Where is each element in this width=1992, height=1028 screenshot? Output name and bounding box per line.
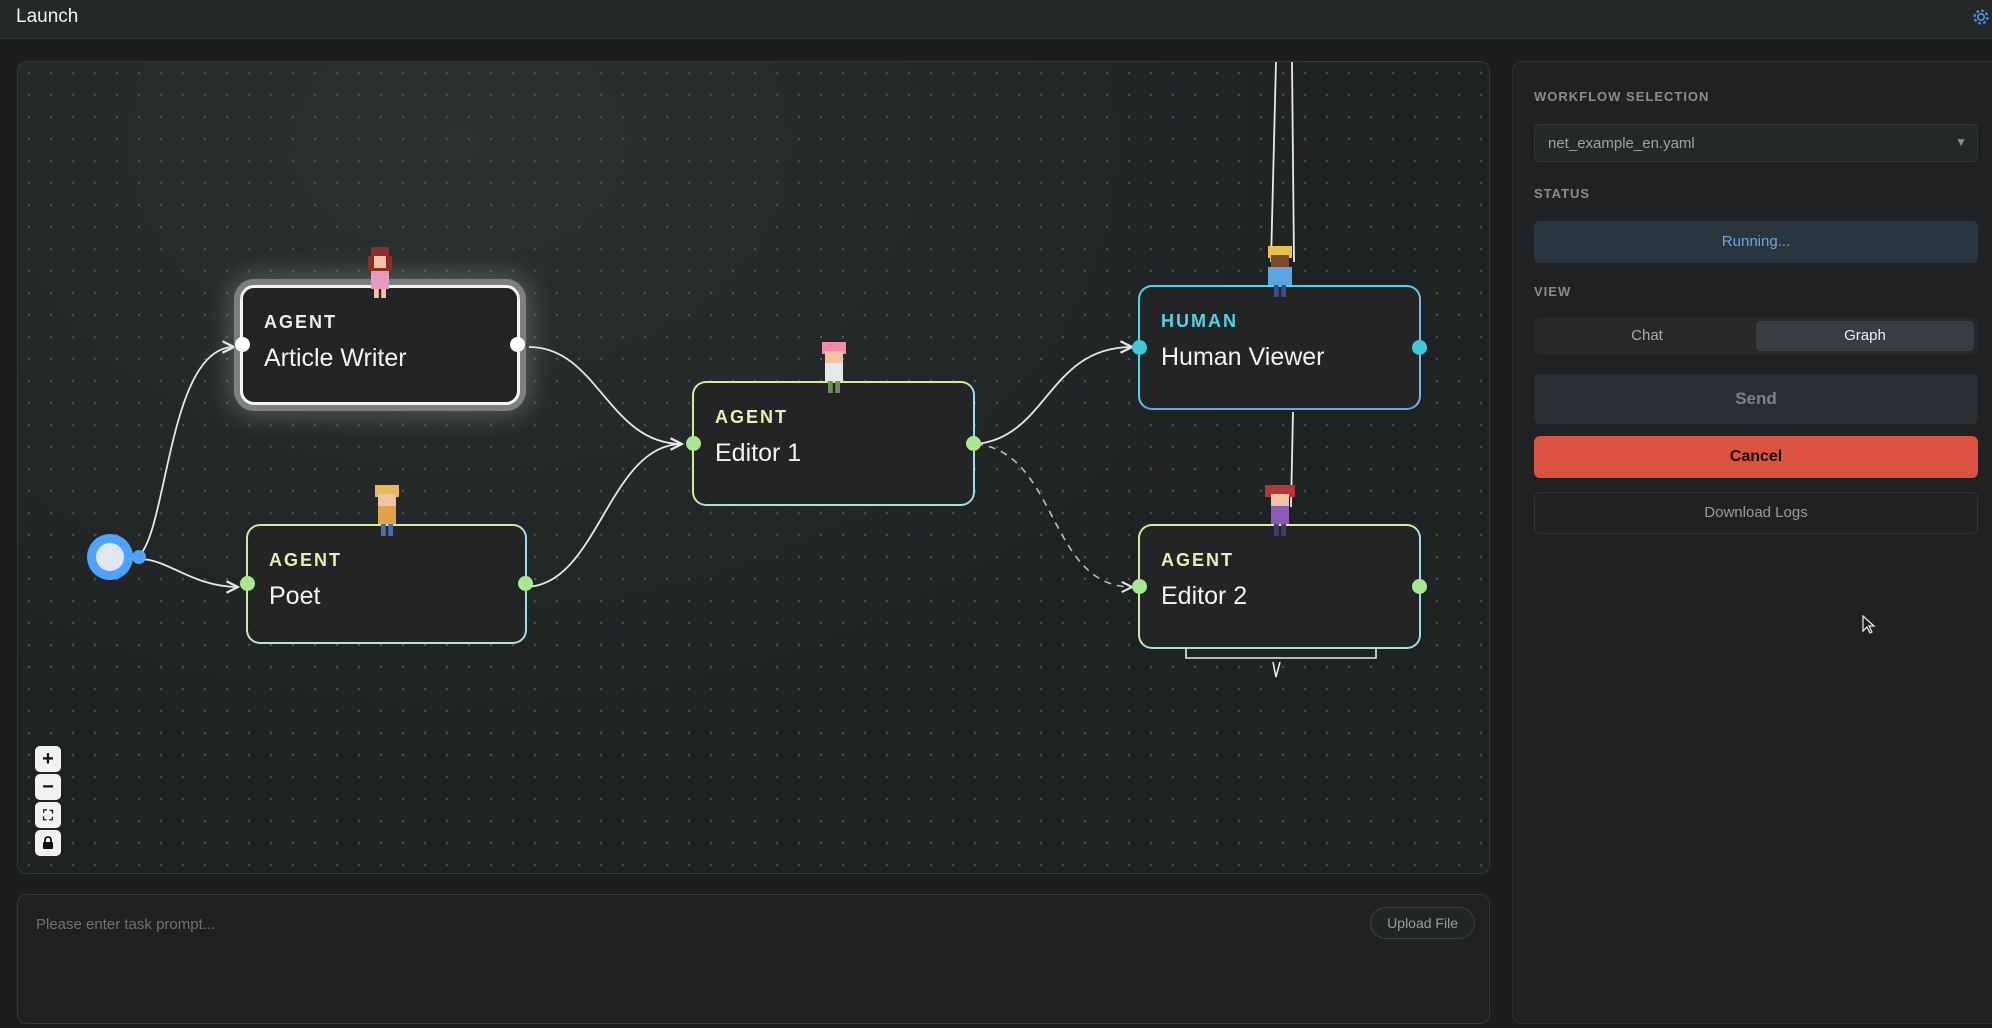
girl-red-hair-icon (368, 247, 392, 298)
view-label: VIEW (1534, 284, 1572, 299)
send-button[interactable]: Send (1534, 374, 1978, 424)
output-handle[interactable] (966, 435, 981, 451)
output-handle[interactable] (510, 337, 525, 352)
node-name-label: Poet (269, 582, 321, 610)
node-type-label: AGENT (269, 550, 342, 570)
zoom-controls: + − ⛶ (35, 746, 61, 858)
edge-start-poet (139, 558, 238, 587)
node-type-label: AGENT (264, 312, 337, 332)
spiky-red-hair-character-icon (1264, 485, 1295, 536)
input-handle[interactable] (1132, 578, 1147, 594)
top-bar: Launch (0, 0, 1992, 39)
status-label: STATUS (1534, 186, 1591, 201)
workflow-graph-canvas[interactable]: AGENT Article Writer AGENT Poet AGENT Ed… (17, 61, 1490, 874)
upload-file-button[interactable]: Upload File (1370, 907, 1475, 939)
node-human-viewer[interactable]: HUMAN Human Viewer (1132, 246, 1427, 410)
edge-loop-editor-2 (1185, 648, 1377, 678)
control-sidebar: WORKFLOW SELECTION net_example_en.yaml ▼… (1512, 61, 1992, 1024)
view-graph-tab[interactable]: Graph (1756, 321, 1974, 351)
task-prompt-input[interactable] (34, 911, 1368, 937)
node-type-label: HUMAN (1161, 311, 1238, 331)
output-handle[interactable] (518, 576, 533, 591)
node-editor-1[interactable]: AGENT Editor 1 (686, 342, 981, 506)
workflow-selection-label: WORKFLOW SELECTION (1534, 89, 1710, 104)
node-type-label: AGENT (1161, 550, 1234, 570)
pink-hair-character-icon (821, 342, 846, 393)
input-handle[interactable] (686, 435, 701, 451)
crowned-character-icon (1267, 246, 1292, 297)
node-name-label: Editor 2 (1161, 582, 1248, 610)
node-name-label: Editor 1 (715, 439, 802, 467)
edge-poet-editor-1 (524, 443, 683, 588)
workflow-select[interactable]: net_example_en.yaml ▼ (1534, 124, 1978, 162)
boy-blond-hair-icon (374, 485, 399, 536)
input-handle[interactable] (235, 337, 250, 352)
zoom-in-button[interactable]: + (35, 746, 61, 772)
input-handle[interactable] (240, 576, 255, 591)
edge-article-writer-editor-1 (528, 346, 682, 444)
output-handle[interactable] (1412, 339, 1427, 355)
edge-loop-human-viewer (1270, 62, 1295, 263)
zoom-out-button[interactable]: − (35, 774, 61, 800)
edge-start-article-writer (137, 347, 234, 558)
download-logs-button[interactable]: Download Logs (1534, 492, 1978, 534)
prompt-panel: Upload File (17, 894, 1490, 1024)
edge-editor-1-editor-2 (975, 443, 1132, 587)
node-name-label: Article Writer (264, 344, 407, 372)
edge-editor-1-human-viewer (975, 347, 1132, 445)
node-name-label: Human Viewer (1161, 343, 1325, 371)
chevron-down-icon: ▼ (1955, 135, 1967, 149)
node-type-label: AGENT (715, 407, 788, 427)
node-poet[interactable]: AGENT Poet (240, 485, 533, 644)
status-indicator: Running... (1534, 221, 1978, 263)
lock-icon (43, 836, 53, 849)
output-handle[interactable] (1412, 578, 1427, 594)
app-title: Launch (16, 6, 79, 27)
mouse-cursor-icon (1862, 615, 1876, 634)
node-article-writer[interactable]: AGENT Article Writer (235, 247, 525, 405)
input-handle[interactable] (1132, 339, 1147, 355)
view-toggle: Chat Graph (1534, 317, 1978, 355)
cancel-button[interactable]: Cancel (1534, 436, 1978, 478)
lock-button[interactable] (35, 830, 61, 856)
view-chat-tab[interactable]: Chat (1538, 321, 1756, 351)
fit-view-icon: ⛶ (43, 807, 53, 823)
workflow-select-value: net_example_en.yaml (1548, 135, 1695, 152)
node-editor-2[interactable]: AGENT Editor 2 (1132, 485, 1427, 649)
gear-icon[interactable] (1970, 6, 1992, 28)
fit-view-button[interactable]: ⛶ (35, 802, 61, 828)
